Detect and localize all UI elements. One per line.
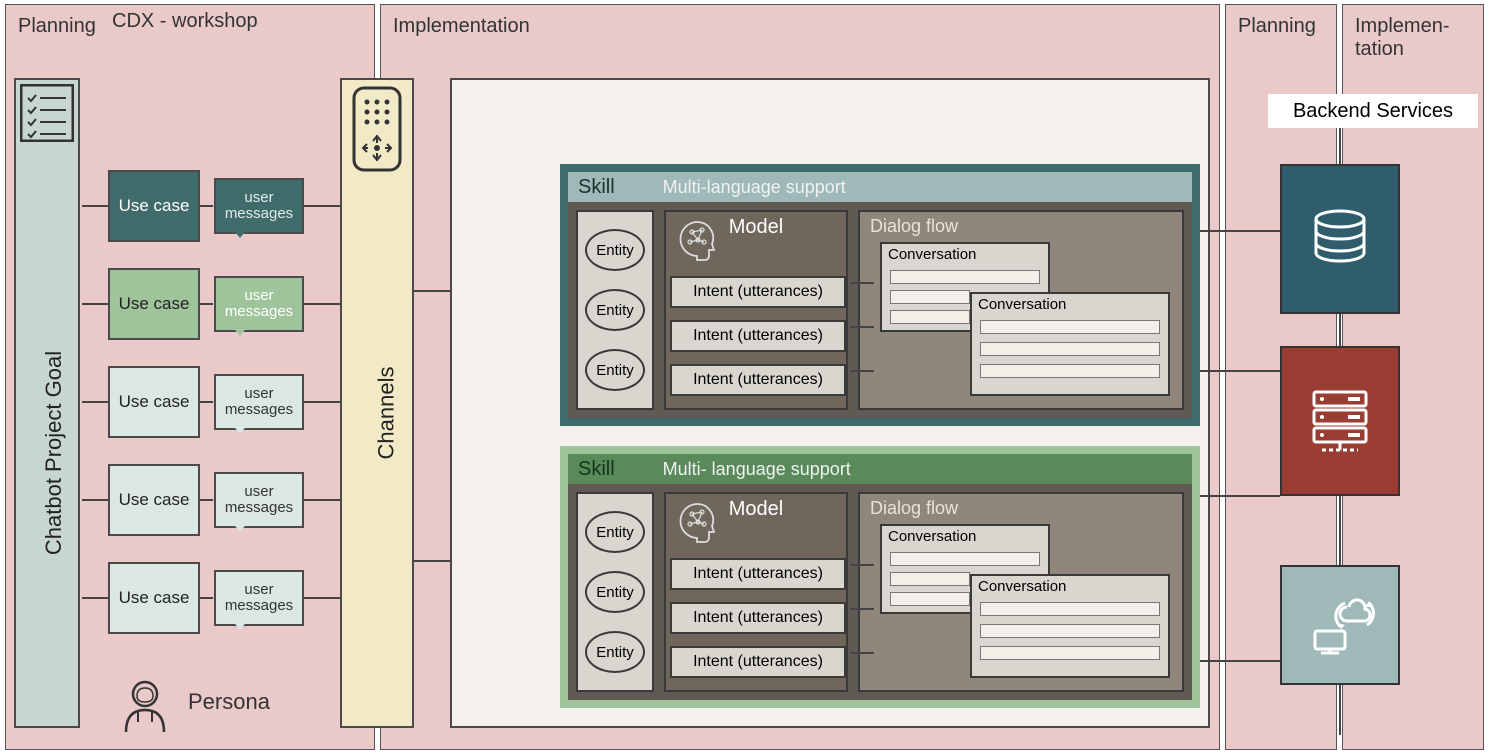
connector bbox=[1200, 660, 1280, 662]
chatbot-goal-label: Chatbot Project Goal bbox=[41, 351, 67, 555]
channels-label: Channels bbox=[373, 367, 399, 460]
cdx-workshop-header: CDX - workshop bbox=[112, 10, 258, 33]
connector bbox=[82, 499, 108, 501]
implementation-header-1: Implementation bbox=[381, 5, 1219, 38]
server-icon bbox=[1308, 388, 1372, 454]
ai-head-icon bbox=[674, 500, 718, 544]
connector bbox=[304, 499, 340, 501]
user-messages-1: user messages bbox=[214, 178, 304, 234]
connector bbox=[200, 597, 213, 599]
planning-header-2: Planning bbox=[1226, 5, 1336, 38]
model-box-2: Model Intent (utterances) Intent (uttera… bbox=[664, 492, 848, 692]
entity-1b: Entity bbox=[585, 289, 645, 331]
skill-body-1: Entity Entity Entity Model Intent (utter… bbox=[568, 202, 1192, 418]
connector bbox=[200, 303, 213, 305]
connector bbox=[304, 205, 340, 207]
backend-services-label: Backend Services bbox=[1268, 94, 1478, 128]
dialog-flow-box-1: Dialog flow Conversation Conversation bbox=[858, 210, 1184, 410]
use-case-5: Use case bbox=[108, 562, 200, 634]
implementation-header-2: Implemen- tation bbox=[1343, 5, 1483, 61]
skill-box-1: Skill Multi-language support Entity Enti… bbox=[560, 164, 1200, 426]
channels-remote-icon bbox=[350, 86, 404, 172]
skill-box-2: Skill Multi- language support Entity Ent… bbox=[560, 446, 1200, 708]
dialog-flow-title-1: Dialog flow bbox=[860, 212, 1182, 237]
entity-2b: Entity bbox=[585, 571, 645, 613]
persona-icon bbox=[120, 678, 170, 734]
intent-2c: Intent (utterances) bbox=[670, 646, 846, 678]
checklist-icon bbox=[20, 84, 74, 142]
cloud-sync-icon bbox=[1305, 595, 1375, 655]
skill-title-2: Skill bbox=[568, 458, 633, 481]
mls-label-2: Multi- language support bbox=[633, 459, 1192, 480]
intent-1a: Intent (utterances) bbox=[670, 276, 846, 308]
connector bbox=[200, 401, 213, 403]
connector bbox=[82, 597, 108, 599]
persona-label: Persona bbox=[188, 689, 270, 715]
user-messages-4: user messages bbox=[214, 472, 304, 528]
intent-2b: Intent (utterances) bbox=[670, 602, 846, 634]
ai-head-icon bbox=[674, 218, 718, 262]
user-messages-5: user messages bbox=[214, 570, 304, 626]
intent-1b: Intent (utterances) bbox=[670, 320, 846, 352]
connector bbox=[82, 401, 108, 403]
skill-title-1: Skill bbox=[568, 176, 633, 199]
entity-1c: Entity bbox=[585, 349, 645, 391]
use-case-2: Use case bbox=[108, 268, 200, 340]
connector bbox=[1339, 128, 1341, 164]
intent-1c: Intent (utterances) bbox=[670, 364, 846, 396]
skill-header-2: Skill Multi- language support bbox=[568, 454, 1192, 484]
connector bbox=[1339, 496, 1341, 565]
conversation-1b: Conversation bbox=[970, 292, 1170, 396]
intent-2a: Intent (utterances) bbox=[670, 558, 846, 590]
connector bbox=[200, 499, 213, 501]
entity-1a: Entity bbox=[585, 229, 645, 271]
entity-2a: Entity bbox=[585, 511, 645, 553]
dialog-flow-box-2: Dialog flow Conversation Conversation bbox=[858, 492, 1184, 692]
connector bbox=[1339, 314, 1341, 346]
dialog-flow-title-2: Dialog flow bbox=[860, 494, 1182, 519]
user-messages-2: user messages bbox=[214, 276, 304, 332]
model-box-1: Model Intent (utterances) Intent (uttera… bbox=[664, 210, 848, 410]
skill-body-2: Entity Entity Entity Model Intent (utter… bbox=[568, 484, 1192, 700]
backend-database-box bbox=[1280, 164, 1400, 314]
use-case-1: Use case bbox=[108, 170, 200, 242]
connector bbox=[1200, 230, 1280, 232]
database-icon bbox=[1310, 207, 1370, 271]
connector bbox=[1200, 495, 1280, 497]
connector bbox=[304, 303, 340, 305]
connector bbox=[82, 205, 108, 207]
entity-2c: Entity bbox=[585, 631, 645, 673]
mls-label-1: Multi-language support bbox=[633, 177, 1192, 198]
conversation-2b: Conversation bbox=[970, 574, 1170, 678]
connector bbox=[200, 205, 213, 207]
entity-column-2: Entity Entity Entity bbox=[576, 492, 654, 692]
connector bbox=[304, 597, 340, 599]
connector bbox=[82, 303, 108, 305]
entity-column-1: Entity Entity Entity bbox=[576, 210, 654, 410]
connector bbox=[1339, 685, 1341, 735]
backend-server-box bbox=[1280, 346, 1400, 496]
use-case-4: Use case bbox=[108, 464, 200, 536]
use-case-3: Use case bbox=[108, 366, 200, 438]
user-messages-3: user messages bbox=[214, 374, 304, 430]
skill-header-1: Skill Multi-language support bbox=[568, 172, 1192, 202]
backend-cloudsync-box bbox=[1280, 565, 1400, 685]
connector bbox=[304, 401, 340, 403]
connector bbox=[1200, 370, 1280, 372]
